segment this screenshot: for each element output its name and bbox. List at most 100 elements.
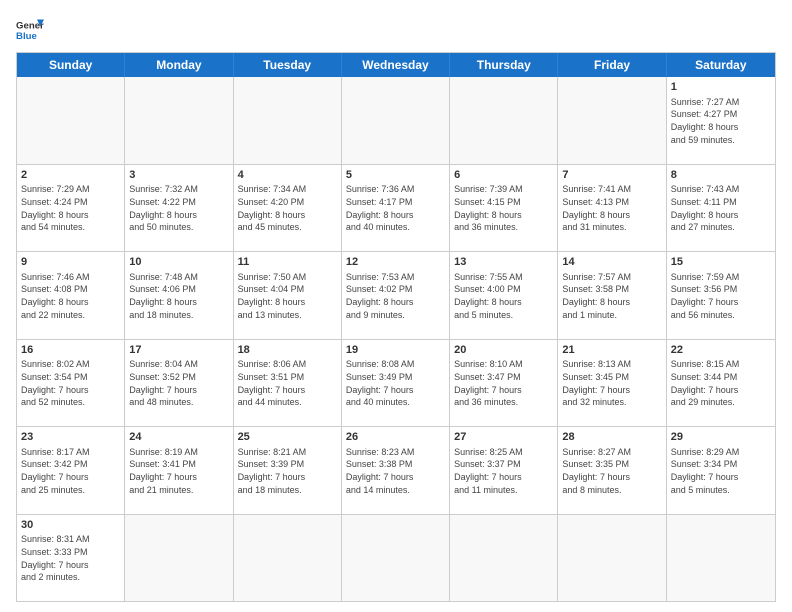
day-info: Sunrise: 8:08 AM Sunset: 3:49 PM Dayligh… <box>346 358 445 408</box>
day-info: Sunrise: 7:55 AM Sunset: 4:00 PM Dayligh… <box>454 271 553 321</box>
calendar-cell: 9Sunrise: 7:46 AM Sunset: 4:08 PM Daylig… <box>17 252 125 339</box>
weekday-header-thursday: Thursday <box>450 53 558 77</box>
weekday-header-saturday: Saturday <box>667 53 775 77</box>
day-info: Sunrise: 7:41 AM Sunset: 4:13 PM Dayligh… <box>562 183 661 233</box>
calendar-cell: 6Sunrise: 7:39 AM Sunset: 4:15 PM Daylig… <box>450 165 558 252</box>
day-number: 12 <box>346 255 445 270</box>
calendar-cell: 5Sunrise: 7:36 AM Sunset: 4:17 PM Daylig… <box>342 165 450 252</box>
day-number: 7 <box>562 168 661 183</box>
day-number: 10 <box>129 255 228 270</box>
day-info: Sunrise: 7:43 AM Sunset: 4:11 PM Dayligh… <box>671 183 771 233</box>
calendar-row-2: 2Sunrise: 7:29 AM Sunset: 4:24 PM Daylig… <box>17 164 775 252</box>
calendar-cell: 29Sunrise: 8:29 AM Sunset: 3:34 PM Dayli… <box>667 427 775 514</box>
calendar-cell: 21Sunrise: 8:13 AM Sunset: 3:45 PM Dayli… <box>558 340 666 427</box>
calendar-cell <box>558 77 666 164</box>
calendar-body: 1Sunrise: 7:27 AM Sunset: 4:27 PM Daylig… <box>17 77 775 601</box>
calendar-cell: 11Sunrise: 7:50 AM Sunset: 4:04 PM Dayli… <box>234 252 342 339</box>
calendar-cell: 27Sunrise: 8:25 AM Sunset: 3:37 PM Dayli… <box>450 427 558 514</box>
calendar-cell <box>125 77 233 164</box>
calendar-cell: 15Sunrise: 7:59 AM Sunset: 3:56 PM Dayli… <box>667 252 775 339</box>
calendar-cell: 28Sunrise: 8:27 AM Sunset: 3:35 PM Dayli… <box>558 427 666 514</box>
calendar-cell <box>450 515 558 602</box>
day-info: Sunrise: 8:17 AM Sunset: 3:42 PM Dayligh… <box>21 446 120 496</box>
calendar-cell: 18Sunrise: 8:06 AM Sunset: 3:51 PM Dayli… <box>234 340 342 427</box>
calendar-cell: 26Sunrise: 8:23 AM Sunset: 3:38 PM Dayli… <box>342 427 450 514</box>
day-number: 14 <box>562 255 661 270</box>
calendar-cell: 23Sunrise: 8:17 AM Sunset: 3:42 PM Dayli… <box>17 427 125 514</box>
calendar-cell: 25Sunrise: 8:21 AM Sunset: 3:39 PM Dayli… <box>234 427 342 514</box>
day-info: Sunrise: 7:29 AM Sunset: 4:24 PM Dayligh… <box>21 183 120 233</box>
calendar-cell: 4Sunrise: 7:34 AM Sunset: 4:20 PM Daylig… <box>234 165 342 252</box>
day-number: 24 <box>129 430 228 445</box>
day-info: Sunrise: 7:53 AM Sunset: 4:02 PM Dayligh… <box>346 271 445 321</box>
day-number: 13 <box>454 255 553 270</box>
day-number: 19 <box>346 343 445 358</box>
day-info: Sunrise: 8:31 AM Sunset: 3:33 PM Dayligh… <box>21 533 120 583</box>
day-info: Sunrise: 7:46 AM Sunset: 4:08 PM Dayligh… <box>21 271 120 321</box>
svg-text:Blue: Blue <box>16 31 37 42</box>
calendar-cell <box>234 77 342 164</box>
calendar-row-3: 9Sunrise: 7:46 AM Sunset: 4:08 PM Daylig… <box>17 251 775 339</box>
day-number: 8 <box>671 168 771 183</box>
logo: General Blue <box>16 16 44 44</box>
day-number: 15 <box>671 255 771 270</box>
page: General Blue SundayMondayTuesdayWednesda… <box>0 0 792 612</box>
calendar-cell: 3Sunrise: 7:32 AM Sunset: 4:22 PM Daylig… <box>125 165 233 252</box>
calendar-cell: 13Sunrise: 7:55 AM Sunset: 4:00 PM Dayli… <box>450 252 558 339</box>
day-info: Sunrise: 7:57 AM Sunset: 3:58 PM Dayligh… <box>562 271 661 321</box>
day-info: Sunrise: 7:39 AM Sunset: 4:15 PM Dayligh… <box>454 183 553 233</box>
calendar-header: SundayMondayTuesdayWednesdayThursdayFrid… <box>17 53 775 77</box>
day-info: Sunrise: 7:34 AM Sunset: 4:20 PM Dayligh… <box>238 183 337 233</box>
header: General Blue <box>16 16 776 44</box>
calendar-cell: 20Sunrise: 8:10 AM Sunset: 3:47 PM Dayli… <box>450 340 558 427</box>
day-info: Sunrise: 8:27 AM Sunset: 3:35 PM Dayligh… <box>562 446 661 496</box>
day-number: 5 <box>346 168 445 183</box>
day-info: Sunrise: 7:36 AM Sunset: 4:17 PM Dayligh… <box>346 183 445 233</box>
day-number: 21 <box>562 343 661 358</box>
day-info: Sunrise: 8:21 AM Sunset: 3:39 PM Dayligh… <box>238 446 337 496</box>
day-info: Sunrise: 7:48 AM Sunset: 4:06 PM Dayligh… <box>129 271 228 321</box>
day-number: 29 <box>671 430 771 445</box>
day-info: Sunrise: 7:27 AM Sunset: 4:27 PM Dayligh… <box>671 96 771 146</box>
calendar-row-1: 1Sunrise: 7:27 AM Sunset: 4:27 PM Daylig… <box>17 77 775 164</box>
calendar-row-6: 30Sunrise: 8:31 AM Sunset: 3:33 PM Dayli… <box>17 514 775 602</box>
day-info: Sunrise: 8:15 AM Sunset: 3:44 PM Dayligh… <box>671 358 771 408</box>
weekday-header-tuesday: Tuesday <box>234 53 342 77</box>
calendar-cell: 8Sunrise: 7:43 AM Sunset: 4:11 PM Daylig… <box>667 165 775 252</box>
weekday-header-friday: Friday <box>558 53 666 77</box>
calendar-row-4: 16Sunrise: 8:02 AM Sunset: 3:54 PM Dayli… <box>17 339 775 427</box>
day-info: Sunrise: 8:10 AM Sunset: 3:47 PM Dayligh… <box>454 358 553 408</box>
calendar-cell: 24Sunrise: 8:19 AM Sunset: 3:41 PM Dayli… <box>125 427 233 514</box>
day-number: 3 <box>129 168 228 183</box>
calendar-cell <box>342 77 450 164</box>
day-number: 11 <box>238 255 337 270</box>
generalblue-logo-icon: General Blue <box>16 16 44 44</box>
calendar-cell: 17Sunrise: 8:04 AM Sunset: 3:52 PM Dayli… <box>125 340 233 427</box>
day-number: 9 <box>21 255 120 270</box>
calendar-cell: 14Sunrise: 7:57 AM Sunset: 3:58 PM Dayli… <box>558 252 666 339</box>
day-info: Sunrise: 8:23 AM Sunset: 3:38 PM Dayligh… <box>346 446 445 496</box>
day-number: 22 <box>671 343 771 358</box>
day-number: 30 <box>21 518 120 533</box>
day-info: Sunrise: 8:13 AM Sunset: 3:45 PM Dayligh… <box>562 358 661 408</box>
day-info: Sunrise: 7:50 AM Sunset: 4:04 PM Dayligh… <box>238 271 337 321</box>
day-info: Sunrise: 8:06 AM Sunset: 3:51 PM Dayligh… <box>238 358 337 408</box>
calendar-cell: 16Sunrise: 8:02 AM Sunset: 3:54 PM Dayli… <box>17 340 125 427</box>
day-number: 27 <box>454 430 553 445</box>
day-number: 26 <box>346 430 445 445</box>
calendar-row-5: 23Sunrise: 8:17 AM Sunset: 3:42 PM Dayli… <box>17 426 775 514</box>
day-number: 25 <box>238 430 337 445</box>
day-number: 4 <box>238 168 337 183</box>
day-number: 18 <box>238 343 337 358</box>
calendar-cell: 19Sunrise: 8:08 AM Sunset: 3:49 PM Dayli… <box>342 340 450 427</box>
calendar-cell <box>450 77 558 164</box>
weekday-header-wednesday: Wednesday <box>342 53 450 77</box>
day-info: Sunrise: 7:59 AM Sunset: 3:56 PM Dayligh… <box>671 271 771 321</box>
calendar-cell: 12Sunrise: 7:53 AM Sunset: 4:02 PM Dayli… <box>342 252 450 339</box>
calendar-cell <box>125 515 233 602</box>
day-number: 16 <box>21 343 120 358</box>
day-info: Sunrise: 8:04 AM Sunset: 3:52 PM Dayligh… <box>129 358 228 408</box>
calendar-cell: 30Sunrise: 8:31 AM Sunset: 3:33 PM Dayli… <box>17 515 125 602</box>
day-number: 28 <box>562 430 661 445</box>
day-info: Sunrise: 8:25 AM Sunset: 3:37 PM Dayligh… <box>454 446 553 496</box>
